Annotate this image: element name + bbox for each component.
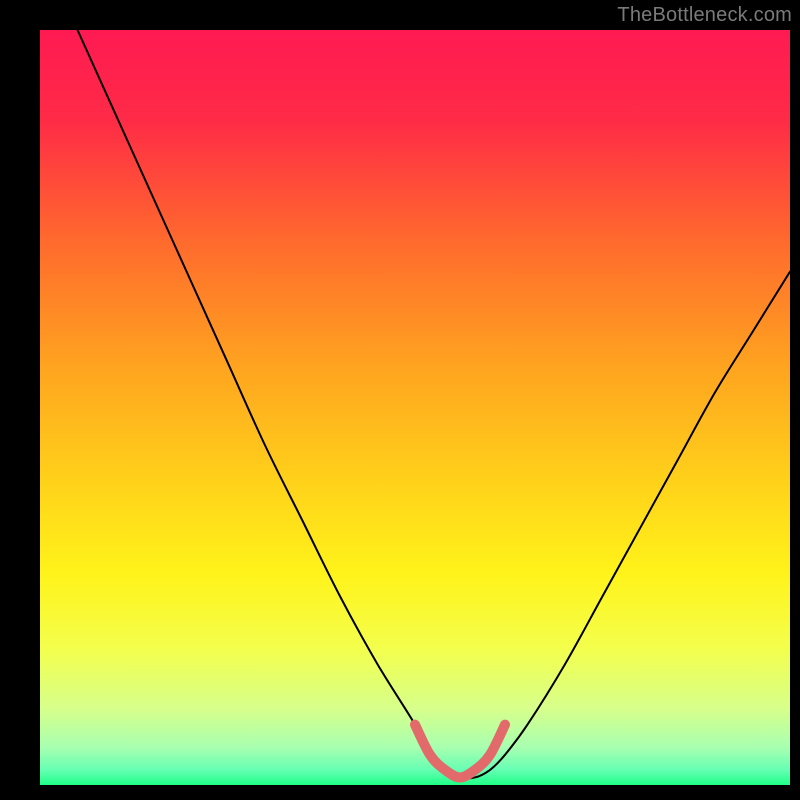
curve-layer xyxy=(40,30,790,785)
attribution-label: TheBottleneck.com xyxy=(617,4,792,27)
plot-area xyxy=(40,30,790,785)
bottleneck-curve xyxy=(78,30,791,778)
chart-container: TheBottleneck.com xyxy=(0,0,800,800)
